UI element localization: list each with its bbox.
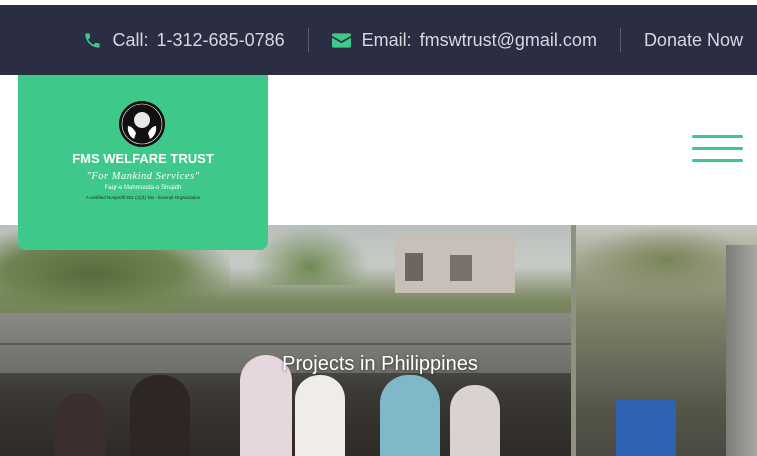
logo-name: FMS WELFARE TRUST <box>72 151 214 166</box>
logo-subline: Faqr-e Mahmooda-o Shujath <box>104 185 182 191</box>
call-label: Call: <box>112 29 149 50</box>
donate-now-link[interactable]: Donate Now <box>621 28 743 52</box>
call-number: 1-312-685-0786 <box>156 29 285 50</box>
logo-certification: A certified Nonprofit 501 (c)(3) Tax - E… <box>85 195 201 200</box>
hamburger-menu-icon[interactable] <box>692 135 743 163</box>
hero-title: Projects in Philippines <box>282 353 478 375</box>
hero-photo-main <box>0 225 571 456</box>
email-label: Email: <box>361 29 412 50</box>
hero-photo-side <box>576 225 757 456</box>
donate-now-label: Donate Now <box>643 29 743 50</box>
top-contact-bar: Call: 1-312-685-0786 Email: fmswtrust@gm… <box>0 5 757 75</box>
envelope-icon <box>331 32 351 48</box>
call-link[interactable]: Call: 1-312-685-0786 <box>60 28 309 52</box>
email-link[interactable]: Email: fmswtrust@gmail.com <box>309 28 621 52</box>
phone-icon <box>84 32 100 48</box>
hands-globe-emblem-icon <box>119 101 165 147</box>
hero-slider: Projects in Philippines <box>0 225 757 456</box>
email-address: fmswtrust@gmail.com <box>419 29 597 50</box>
site-logo[interactable]: FMS WELFARE TRUST "For Mankind Services"… <box>18 75 268 250</box>
logo-tagline: "For Mankind Services" <box>86 171 200 182</box>
